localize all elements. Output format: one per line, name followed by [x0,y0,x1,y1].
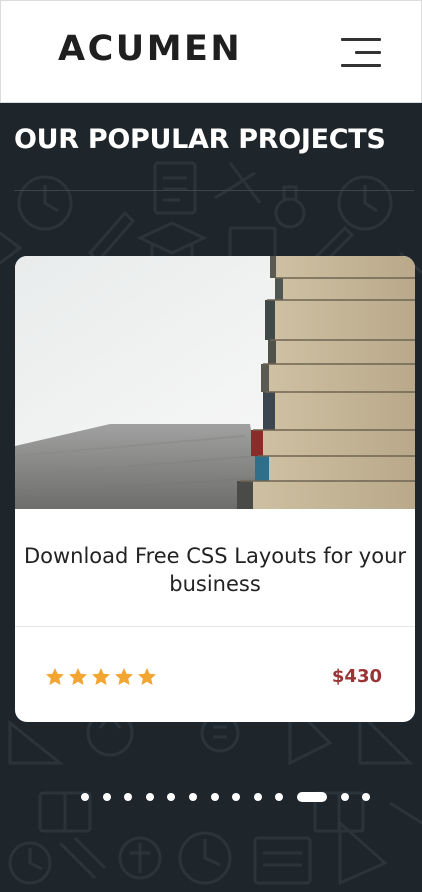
site-header: ACUMEN [0,0,422,103]
carousel-dot[interactable] [362,793,371,801]
section-divider [14,190,414,191]
menu-line [341,38,381,41]
star-icon [91,667,114,687]
star-rating [45,667,160,687]
carousel-dot[interactable] [189,793,197,801]
card-divider [15,626,415,627]
carousel-pagination [0,790,422,802]
carousel-dot[interactable] [210,793,219,801]
carousel-dot[interactable] [232,793,241,801]
carousel-dot[interactable] [124,793,133,801]
project-card[interactable]: Download Free CSS Layouts for your busin… [15,256,415,722]
carousel-dot[interactable] [81,793,89,801]
carousel-dot[interactable] [145,793,154,801]
site-logo[interactable]: ACUMEN [58,29,242,69]
carousel-dot[interactable] [275,793,284,801]
project-title[interactable]: Download Free CSS Layouts for your busin… [15,542,415,598]
menu-line [355,51,381,54]
carousel-dot[interactable] [253,793,262,801]
carousel-dot-active[interactable] [297,792,327,802]
carousel-dot[interactable] [102,793,111,801]
star-icon [137,667,160,687]
section-title: OUR POPULAR PROJECTS [14,124,386,155]
hamburger-menu-icon[interactable] [337,34,381,72]
menu-line [341,64,381,67]
star-icon [114,667,137,687]
carousel-dot[interactable] [340,793,349,801]
popular-projects-section: OUR POPULAR PROJECTS Download Free CSS L… [0,103,422,892]
star-icon [68,667,91,687]
project-price: $430 [331,666,382,687]
carousel-dot[interactable] [167,793,176,801]
stack-of-books-photo [15,256,415,509]
star-icon [45,667,68,687]
